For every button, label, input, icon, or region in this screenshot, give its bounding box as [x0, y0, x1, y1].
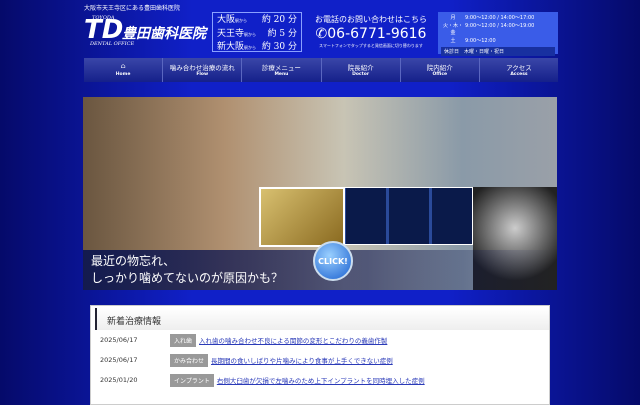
hero-line2: しっかり噛めてないのが原因かも？	[91, 271, 284, 285]
access-row: 新大阪駅から約 30 分	[217, 42, 297, 52]
category-badge: インプラント	[170, 373, 214, 387]
news-title: 新着治療情報	[95, 308, 549, 330]
nav-menu[interactable]: 診療メニュー Menu	[242, 58, 322, 82]
home-icon: ⌂	[120, 62, 126, 70]
nav-access[interactable]: アクセス Access	[480, 58, 558, 82]
phone-link[interactable]: ✆06-6771-9616	[312, 25, 430, 43]
news-link[interactable]: 長期間の食いしばりや片噛みにより食事が上手くできない症例	[211, 355, 393, 365]
main-nav: ⌂ Home 噛み合わせ治療の流れ Flow 診療メニュー Menu 院長紹介 Doct…	[84, 58, 558, 82]
news-link[interactable]: 右側大臼歯が欠損で左噛みのため上下インプラントを同時埋入した症例	[217, 375, 425, 385]
hero-line1: 最近の物忘れ、	[91, 254, 176, 268]
tagline: 大阪市天王寺区にある豊田歯科医院	[84, 5, 181, 12]
phone-icon: ✆	[315, 26, 328, 42]
nav-flow[interactable]: 噛み合わせ治療の流れ Flow	[163, 58, 243, 82]
logo-sub: DENTAL OFFICE	[90, 41, 135, 47]
clinic-name: 豊田歯科医院	[122, 26, 206, 42]
click-button[interactable]: CLICK!	[313, 241, 353, 281]
hero-banner[interactable]: 最近の物忘れ、 しっかり噛めてないのが原因かも？ CLICK!	[83, 97, 557, 290]
access-row: 大阪駅から約 20 分	[217, 15, 297, 25]
news-item: 2025/06/17 入れ歯 入れ歯の噛み合わせ不良による関節の変形とこだわりの義歯…	[91, 330, 549, 350]
category-badge: 入れ歯	[170, 333, 197, 347]
logo-mark: TD	[84, 15, 124, 45]
news-item: 2025/06/17 かみ合わせ 長期間の食いしばりや片噛みにより食事が上手くできな…	[91, 350, 549, 370]
tel-label: お電話のお問い合わせはこちら	[315, 15, 427, 24]
dental-model-image	[259, 187, 345, 247]
news-link[interactable]: 入れ歯の噛み合わせ不良による関節の変形とこだわりの義歯作製	[199, 335, 387, 345]
nav-home[interactable]: ⌂ Home	[84, 58, 164, 82]
clinic-logo[interactable]: TOYODA TD 豊田歯科医院 DENTAL OFFICE	[84, 15, 209, 47]
nav-doctor[interactable]: 院長紹介 Doctor	[322, 58, 401, 82]
closed-days: 休診日 木曜・日曜・祝日	[441, 47, 555, 56]
news-item: 2025/01/20 インプラント 右側大臼歯が欠損で左噛みのため上下インプラントを…	[91, 370, 549, 390]
hours-table: 月 9:00〜12:00 / 14:00〜17:00 火・木・金 9:00〜12:0…	[438, 12, 558, 56]
tel-block: お電話のお問い合わせはこちら ✆06-6771-9616 スマートフォンでタップ…	[312, 14, 430, 49]
tel-note: スマートフォンでタップすると発信画面に切り替わります	[319, 43, 423, 48]
access-row: 天王寺駅から約 5 分	[217, 28, 297, 39]
nav-office[interactable]: 院内紹介 Office	[401, 58, 480, 82]
access-times: 大阪駅から約 20 分 天王寺駅から約 5 分 新大阪駅から約 30 分	[212, 12, 302, 52]
category-badge: かみ合わせ	[170, 353, 209, 367]
news-section: 新着治療情報 2025/06/17 入れ歯 入れ歯の噛み合わせ不良による関節の変形と…	[90, 305, 550, 405]
